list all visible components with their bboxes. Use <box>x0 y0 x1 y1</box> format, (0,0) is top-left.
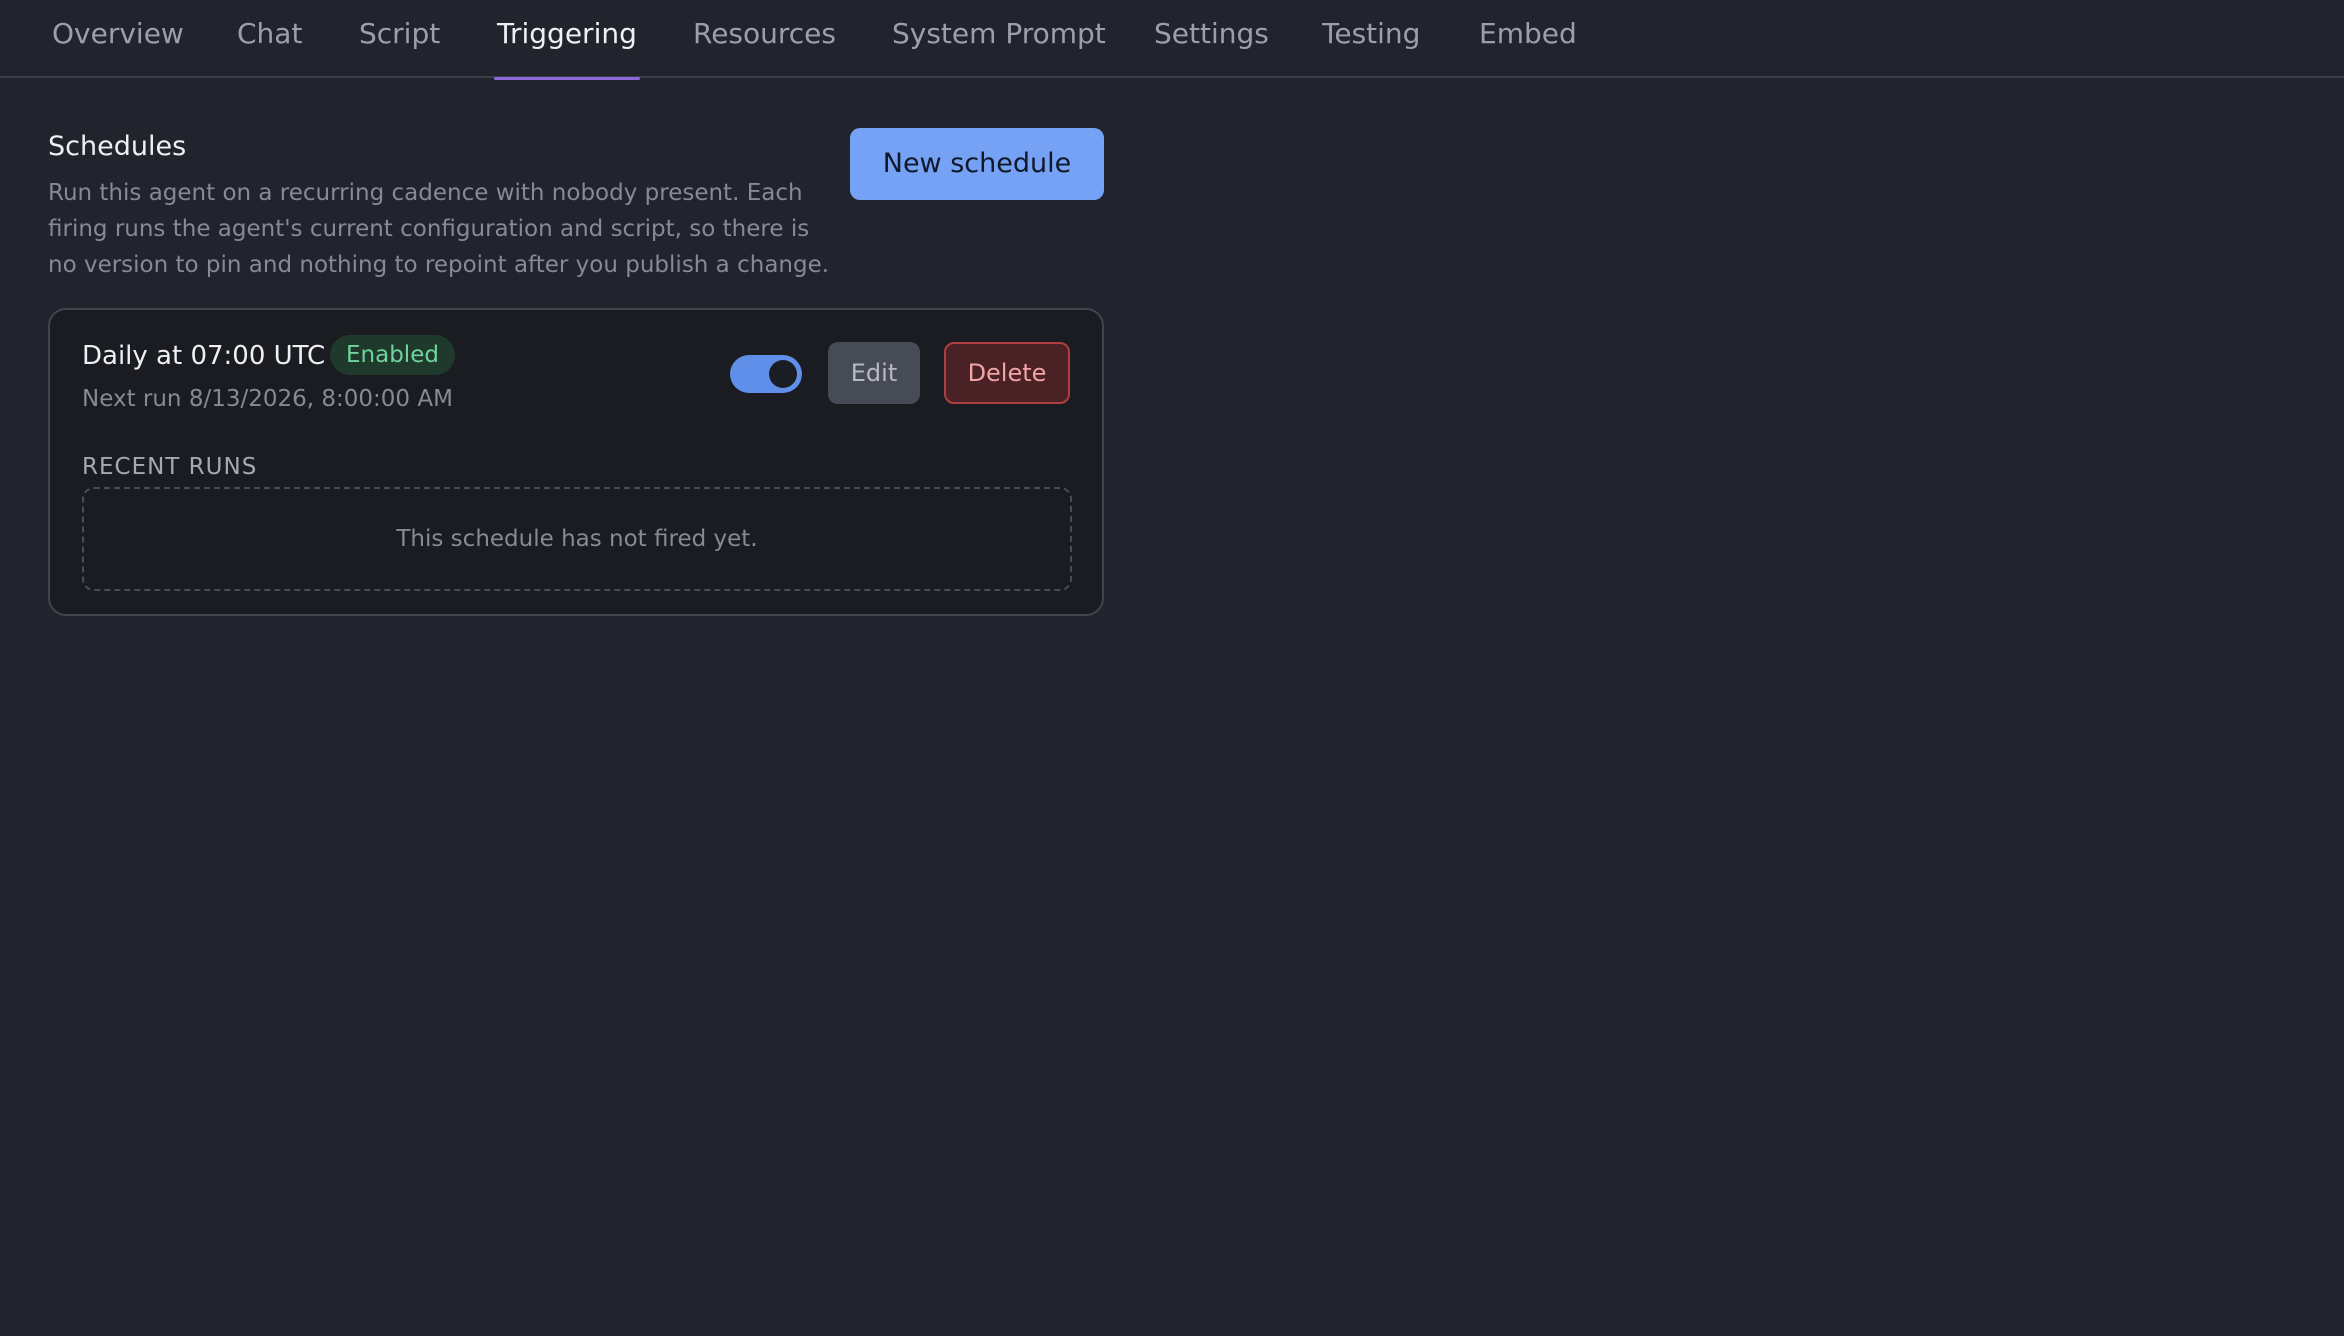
tab-embed[interactable]: Embed <box>1479 0 1577 78</box>
tab-bar: Overview Chat Script Triggering Resource… <box>0 0 2344 80</box>
tab-triggering[interactable]: Triggering <box>494 0 640 80</box>
tab-chat[interactable]: Chat <box>237 0 302 78</box>
new-schedule-button[interactable]: New schedule <box>850 128 1104 200</box>
edit-button[interactable]: Edit <box>828 342 920 404</box>
schedule-card: Daily at 07:00 UTC Enabled Next run 8/13… <box>48 308 1104 616</box>
tab-testing[interactable]: Testing <box>1322 0 1420 78</box>
delete-button[interactable]: Delete <box>944 342 1070 404</box>
tab-script[interactable]: Script <box>359 0 440 78</box>
status-badge: Enabled <box>330 335 455 375</box>
tab-system-prompt[interactable]: System Prompt <box>892 0 1106 78</box>
recent-runs-label: RECENT RUNS <box>82 454 258 480</box>
recent-runs-empty-state: This schedule has not fired yet. <box>82 487 1072 591</box>
schedules-title: Schedules <box>48 131 187 162</box>
tab-overview[interactable]: Overview <box>52 0 184 78</box>
schedule-name: Daily at 07:00 UTC <box>82 341 326 371</box>
tab-resources[interactable]: Resources <box>693 0 836 78</box>
tab-settings[interactable]: Settings <box>1154 0 1269 78</box>
schedules-description: Run this agent on a recurring cadence wi… <box>48 180 830 278</box>
toggle-knob <box>769 360 797 388</box>
next-run-text: Next run 8/13/2026, 8:00:00 AM <box>82 386 453 412</box>
enable-toggle[interactable] <box>730 355 802 393</box>
